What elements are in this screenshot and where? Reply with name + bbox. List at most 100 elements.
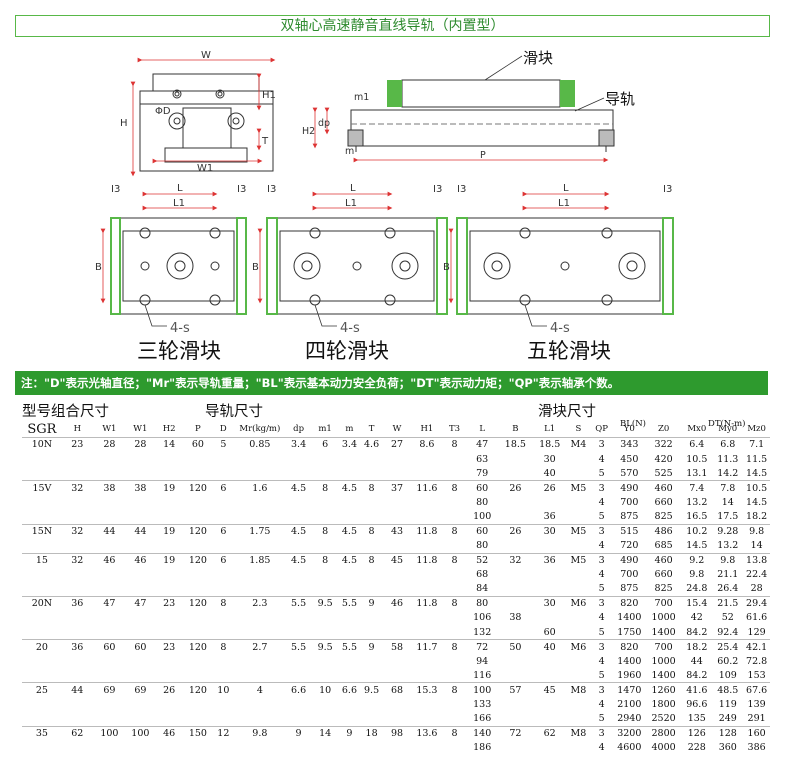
- table-cell: [442, 495, 466, 509]
- table-cell: 660: [654, 496, 673, 508]
- table-cell: 37: [382, 480, 412, 496]
- table-cell: [184, 510, 213, 524]
- table-cell: [93, 582, 126, 596]
- table-cell: [312, 654, 339, 668]
- table-cell: [442, 510, 466, 524]
- table-cell: [22, 582, 62, 596]
- table-cell: [566, 654, 590, 668]
- table-cell: [212, 567, 234, 581]
- table-cell: 249: [718, 713, 737, 725]
- column-header: Mz0: [747, 424, 766, 434]
- table-cell: 1400: [617, 655, 642, 667]
- table-cell: [442, 567, 466, 581]
- table-cell: 3.4: [285, 436, 312, 452]
- svg-text:I3: I3: [663, 184, 672, 195]
- table-cell: 60: [183, 436, 213, 452]
- table-cell: 15.4: [681, 595, 713, 611]
- table-cell: 9: [338, 725, 361, 741]
- table-cell: 8: [442, 523, 467, 539]
- table-cell: 42: [690, 612, 703, 624]
- note-bar: 注："D"表示光轴直径；"Mr"表示导轨重量；"BL"表示基本动力安全负荷；"D…: [15, 371, 768, 395]
- table-cell: [498, 625, 533, 639]
- table-cell: [126, 741, 155, 755]
- table-cell: 135: [687, 713, 706, 725]
- table-cell: [383, 712, 412, 726]
- table-cell: [62, 712, 93, 726]
- table-cell: 3200: [612, 725, 646, 741]
- table-cell: [312, 625, 339, 639]
- table-cell: 98: [382, 725, 412, 741]
- table-cell: [93, 452, 126, 466]
- caption-three: 三轮滑块: [137, 339, 221, 363]
- table-cell: 11.8: [411, 523, 443, 539]
- table-cell: [93, 539, 126, 553]
- table-cell: [566, 510, 590, 524]
- table-cell: [312, 582, 339, 596]
- table-cell: [212, 669, 234, 683]
- table-cell: 8: [311, 523, 339, 539]
- table-cell: [533, 741, 566, 755]
- table-cell: [62, 741, 93, 755]
- table-cell: [338, 567, 360, 581]
- table-cell: [93, 697, 126, 711]
- table-cell: 11.3: [717, 453, 739, 465]
- table-cell: [212, 697, 234, 711]
- table-cell: 84.2: [686, 626, 708, 638]
- table-row: 186 4 4600 4000 228 360 386: [22, 741, 770, 755]
- table-cell: 515: [612, 523, 646, 539]
- table-cell: [155, 625, 184, 639]
- svg-text:I3: I3: [267, 184, 276, 195]
- table-cell: 94: [476, 655, 489, 667]
- table-cell: 45: [382, 552, 412, 568]
- table-cell: [312, 697, 339, 711]
- table-cell: 47: [125, 595, 155, 611]
- table-cell: [234, 669, 285, 683]
- table-cell: 18.5: [497, 436, 534, 452]
- table-cell: [126, 697, 155, 711]
- table-cell: 5: [598, 669, 605, 681]
- table-row: 35 62 100 100 46 150 12 9.8 9 14 9 18 98 13.6 8 140 72 62…: [22, 725, 770, 741]
- table-cell: [338, 654, 360, 668]
- table-cell: [498, 741, 533, 755]
- table-cell: [361, 582, 383, 596]
- table-cell: [566, 582, 590, 596]
- svg-text:L: L: [563, 183, 569, 194]
- table-cell: [312, 712, 339, 726]
- table-cell: [383, 510, 412, 524]
- table-cell: 1400: [651, 669, 676, 681]
- table-cell: [498, 510, 533, 524]
- column-header: dp: [293, 424, 305, 434]
- table-cell: [93, 495, 126, 509]
- table-cell: M5: [566, 523, 591, 539]
- table-cell: 68: [382, 682, 412, 698]
- table-cell: 120: [183, 639, 213, 655]
- table-cell: [383, 539, 412, 553]
- table-cell: [312, 466, 339, 480]
- table-cell: [312, 539, 339, 553]
- table-cell: 52: [721, 612, 734, 624]
- table-cell: 4.5: [285, 523, 312, 539]
- table-row: 15V 32 38 38 19 120 6 1.6 4.5 8 4.5 8 37 11.6 8 60 26 26 M…: [22, 480, 770, 496]
- table-cell: 3: [590, 552, 613, 568]
- table-cell: 60: [125, 639, 155, 655]
- table-cell: [361, 611, 383, 625]
- table-cell: 4: [598, 569, 605, 581]
- table-cell: [411, 625, 442, 639]
- table-cell: 27: [382, 436, 412, 452]
- column-header: D: [219, 424, 227, 434]
- table-cell: [155, 741, 184, 755]
- table-cell: [411, 510, 442, 524]
- table-cell: 80: [476, 496, 489, 508]
- table-cell: 6.6: [338, 682, 361, 698]
- table-cell: [212, 582, 234, 596]
- table-cell: 3: [590, 639, 613, 655]
- column-header: P: [195, 424, 201, 434]
- table-cell: [62, 452, 93, 466]
- table-cell: 84.2: [686, 669, 708, 681]
- table-cell: 291: [747, 713, 766, 725]
- table-cell: [126, 582, 155, 596]
- table-cell: [383, 452, 412, 466]
- svg-text:L1: L1: [345, 198, 357, 209]
- table-cell: [93, 712, 126, 726]
- table-cell: [234, 582, 285, 596]
